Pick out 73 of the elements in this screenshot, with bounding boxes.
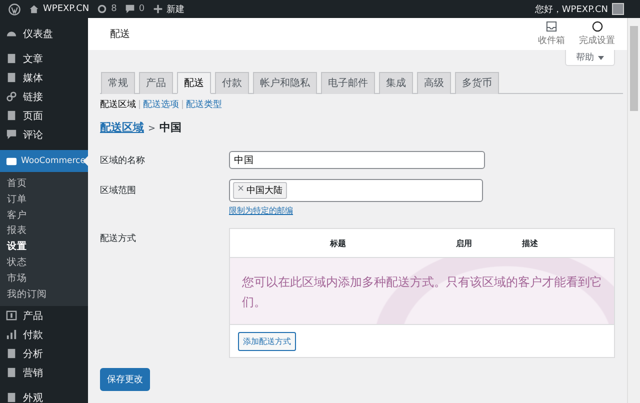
settings-tab[interactable]: 多货币 [455,72,499,94]
field-label: 配送方式 [100,232,137,245]
column-header: 描述 [522,238,538,248]
sidebar-item[interactable]: 产品 [0,306,88,326]
sidebar-item[interactable]: 文章 [0,49,88,68]
settings-tab[interactable]: 配送 [177,72,211,94]
help-button[interactable]: 帮助 [565,50,615,66]
submenu-item[interactable]: 客户 [0,208,88,224]
header-action[interactable]: 收件箱 [538,21,565,47]
comment-icon [124,4,135,14]
sidebar-item[interactable]: 外观 [0,388,88,403]
settings-tab[interactable]: 付款 [215,72,249,94]
scrollbar[interactable] [627,18,640,403]
page-title: 配送 [110,28,130,41]
sidebar-item[interactable]: 评论 [0,125,88,144]
breadcrumb-current: 中国 [160,120,182,135]
page-icon [6,110,17,121]
circle-icon [592,21,602,32]
plus-icon [152,4,163,14]
subnav-link[interactable]: 配送区域 [100,98,136,111]
column-header: 启用 [456,238,472,248]
breadcrumb-link[interactable]: 配送区域 [100,120,144,135]
sidebar-item[interactable]: 链接 [0,87,88,106]
subnav-link[interactable]: 配送类型 [186,98,222,111]
header-action[interactable]: 完成设置 [579,21,615,47]
sidebar-item[interactable]: 分析 [0,344,88,364]
settings-tab[interactable]: 集成 [379,72,413,94]
zone-regions-field[interactable]: × 中国大陆 [229,179,483,202]
subnav-link[interactable]: 配送选项 [143,98,179,111]
bars-icon [6,329,17,340]
settings-tab[interactable]: 高级 [417,72,451,94]
home-icon [29,4,39,14]
remove-tag-button[interactable]: × [237,184,245,197]
submenu-item[interactable]: 报表 [0,223,88,240]
wordpress-logo-icon[interactable] [8,2,21,16]
column-header: 标题 [330,238,346,248]
sidebar-item[interactable]: 付款 [0,325,88,344]
page-icon [6,392,17,403]
submenu-item[interactable]: 订单 [0,192,88,208]
settings-tab[interactable]: 帐户和隐私 [253,72,317,94]
sidebar-item[interactable]: 媒体 [0,68,88,87]
link-icon [6,91,17,102]
breadcrumb-separator: > [148,124,156,134]
comments-count[interactable]: 0 [138,4,145,14]
bubble-icon [6,129,17,140]
sidebar-item[interactable]: 营销 [0,363,88,382]
submenu-item[interactable]: 首页 [0,176,88,192]
sidebar-item[interactable]: 页面 [0,106,88,125]
submenu-item[interactable]: 状态 [0,254,88,271]
save-button[interactable]: 保存更改 [100,368,150,391]
settings-tab[interactable]: 电子邮件 [321,72,375,94]
region-tag-label: 中国大陆 [246,184,283,197]
submenu-item[interactable]: 市场 [0,270,88,287]
field-label: 区域范围 [100,184,137,197]
sidebar-item[interactable]: WooCommerce [0,150,88,172]
inbox-icon [546,21,557,32]
settings-tab[interactable]: 产品 [139,72,173,94]
add-method-button[interactable]: 添加配送方式 [238,332,296,350]
field-label: 区域的名称 [100,154,146,166]
greeting-link[interactable]: 您好，WPEXP.CN [534,2,608,16]
empty-message: 您可以在此区域内添加多种配送方式。只有该区域的客户才能看到它们。 [242,274,603,311]
updates-icon [97,4,108,14]
submenu-item[interactable]: 设置 [0,239,88,255]
caret-icon [598,56,604,60]
postcode-link[interactable]: 限制为特定的邮编 [229,205,483,216]
new-link[interactable]: 新建 [166,2,185,16]
settings-tab[interactable]: 常规 [101,72,135,94]
updates-count[interactable]: 8 [111,4,117,14]
avatar-icon[interactable] [612,3,624,15]
site-name-link[interactable]: WPEXP.CN [43,4,90,14]
submenu-item[interactable]: 我的订阅 [0,286,88,302]
sidebar-item[interactable]: 仪表盘 [0,24,88,43]
zone-name-field[interactable]: 中国 [229,151,485,169]
